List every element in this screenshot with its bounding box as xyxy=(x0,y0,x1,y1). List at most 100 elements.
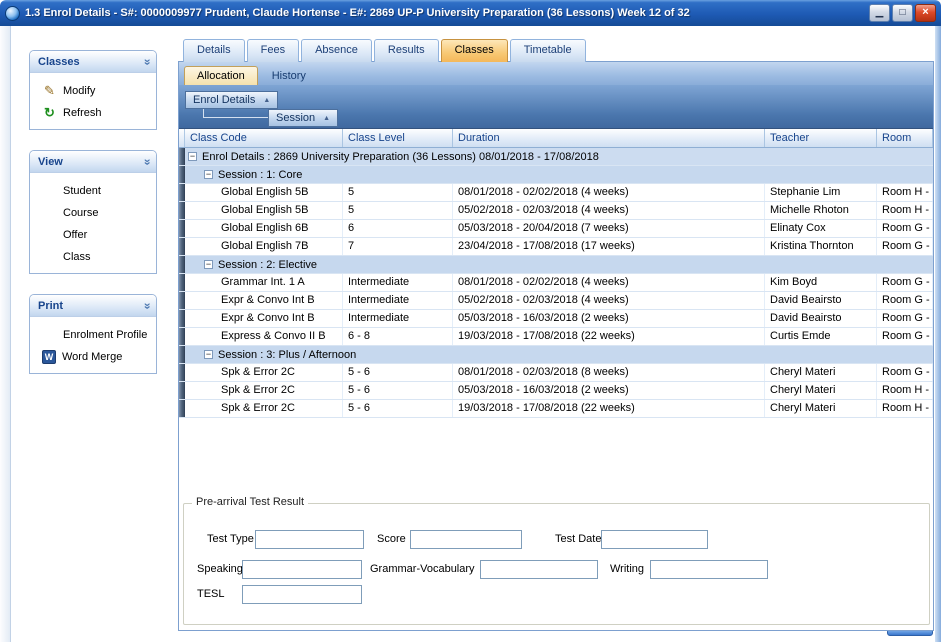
tesl-input[interactable] xyxy=(242,585,362,604)
sort-asc-icon: ▲ xyxy=(263,97,270,104)
cell-class-level: Intermediate xyxy=(343,292,453,309)
sidebar-item-student[interactable]: Student xyxy=(30,180,156,202)
table-row[interactable]: Grammar Int. 1 A Intermediate 08/01/2018… xyxy=(179,274,933,292)
column-header-duration[interactable]: Duration xyxy=(453,129,765,147)
group-field-enrol-details[interactable]: Enrol Details ▲ xyxy=(185,91,278,109)
cell-duration: 08/01/2018 - 02/03/2018 (8 weeks) xyxy=(453,364,765,381)
collapse-chevron-icon[interactable]: « xyxy=(140,158,154,165)
table-row[interactable]: Expr & Convo Int B Intermediate 05/03/20… xyxy=(179,310,933,328)
sidebar-item-course[interactable]: Course xyxy=(30,202,156,224)
group-field-label: Enrol Details xyxy=(193,94,255,106)
title-bar[interactable]: 1.3 Enrol Details - S#: 0000009977 Prude… xyxy=(0,0,941,26)
collapse-box-icon[interactable]: − xyxy=(204,170,213,179)
sidebar-panel-print: Print « Enrolment Profile W Word Merge xyxy=(29,294,157,374)
tab-timetable[interactable]: Timetable xyxy=(510,39,586,62)
pre-arrival-test-result-group: Pre-arrival Test Result Test Type Score … xyxy=(183,503,930,625)
score-input[interactable] xyxy=(410,530,522,549)
sidebar-item-refresh[interactable]: ↻ Refresh xyxy=(30,102,156,124)
table-row[interactable]: Global English 5B 5 05/02/2018 - 02/03/2… xyxy=(179,202,933,220)
writing-input[interactable] xyxy=(650,560,768,579)
cell-room: Room G - xyxy=(877,292,933,309)
test-date-label: Test Date xyxy=(555,530,601,549)
cell-room: Room G - xyxy=(877,274,933,291)
cell-teacher: Cheryl Materi xyxy=(765,400,877,417)
sidebar-item-modify[interactable]: ✎ Modify xyxy=(30,80,156,102)
cell-teacher: Stephanie Lim xyxy=(765,184,877,201)
tesl-label: TESL xyxy=(197,585,225,604)
cell-class-code: Global English 6B xyxy=(185,220,343,237)
cell-class-code: Spk & Error 2C xyxy=(185,382,343,399)
table-row[interactable]: Spk & Error 2C 5 - 6 19/03/2018 - 17/08/… xyxy=(179,400,933,418)
column-header-class-level[interactable]: Class Level xyxy=(343,129,453,147)
cell-class-code: Global English 5B xyxy=(185,184,343,201)
collapse-box-icon[interactable]: − xyxy=(204,260,213,269)
table-row[interactable]: Global English 7B 7 23/04/2018 - 17/08/2… xyxy=(179,238,933,256)
tab-results[interactable]: Results xyxy=(374,39,439,62)
refresh-icon: ↻ xyxy=(42,106,57,121)
sidebar-item-label: Offer xyxy=(63,229,87,241)
column-header-class-code[interactable]: Class Code xyxy=(185,129,343,147)
collapse-chevron-icon[interactable]: « xyxy=(140,302,154,309)
collapse-box-icon[interactable]: − xyxy=(204,350,213,359)
sidebar-item-label: Class xyxy=(63,251,91,263)
cell-room: Room G - xyxy=(877,328,933,345)
speaking-input[interactable] xyxy=(242,560,362,579)
session-group-row[interactable]: − Session : 3: Plus / Afternoon xyxy=(179,346,933,364)
table-row[interactable]: Spk & Error 2C 5 - 6 08/01/2018 - 02/03/… xyxy=(179,364,933,382)
table-row[interactable]: Express & Convo II B 6 - 8 19/03/2018 - … xyxy=(179,328,933,346)
sidebar-item-offer[interactable]: Offer xyxy=(30,224,156,246)
score-label: Score xyxy=(377,530,406,549)
table-row[interactable]: Global English 5B 5 08/01/2018 - 02/02/2… xyxy=(179,184,933,202)
group-field-session[interactable]: Session ▲ xyxy=(268,109,338,127)
panel-header-view[interactable]: View « xyxy=(30,151,156,173)
tab-details[interactable]: Details xyxy=(183,39,245,62)
sidebar-item-word-merge[interactable]: W Word Merge xyxy=(30,346,156,368)
table-row[interactable]: Expr & Convo Int B Intermediate 05/02/20… xyxy=(179,292,933,310)
minimize-button[interactable]: ▁ xyxy=(869,4,890,22)
table-row[interactable]: Spk & Error 2C 5 - 6 05/03/2018 - 16/03/… xyxy=(179,382,933,400)
cell-class-level: 5 - 6 xyxy=(343,400,453,417)
test-date-input[interactable] xyxy=(601,530,708,549)
panel-header-classes[interactable]: Classes « xyxy=(30,51,156,73)
tab-classes[interactable]: Classes xyxy=(441,39,508,62)
subtab-allocation[interactable]: Allocation xyxy=(184,66,258,85)
cell-class-code: Spk & Error 2C xyxy=(185,364,343,381)
close-button[interactable]: × xyxy=(915,4,936,22)
cell-room: Room G - xyxy=(877,220,933,237)
group-row-enrol-details[interactable]: − Enrol Details : 2869 University Prepar… xyxy=(179,148,933,166)
cell-duration: 05/02/2018 - 02/03/2018 (4 weeks) xyxy=(453,202,765,219)
grammar-vocabulary-input[interactable] xyxy=(480,560,598,579)
sidebar-item-label: Word Merge xyxy=(62,351,122,363)
cell-class-level: 5 xyxy=(343,184,453,201)
collapse-chevron-icon[interactable]: « xyxy=(140,58,154,65)
cell-room: Room H - xyxy=(877,400,933,417)
cell-duration: 19/03/2018 - 17/08/2018 (22 weeks) xyxy=(453,400,765,417)
tab-absence[interactable]: Absence xyxy=(301,39,372,62)
panel-header-print[interactable]: Print « xyxy=(30,295,156,317)
sidebar-item-class[interactable]: Class xyxy=(30,246,156,268)
table-row[interactable]: Global English 6B 6 05/03/2018 - 20/04/2… xyxy=(179,220,933,238)
cell-teacher: Kim Boyd xyxy=(765,274,877,291)
application-window: 1.3 Enrol Details - S#: 0000009977 Prude… xyxy=(0,0,941,642)
column-header-teacher[interactable]: Teacher xyxy=(765,129,877,147)
grammar-vocabulary-label: Grammar-Vocabulary xyxy=(370,560,475,579)
cell-class-code: Global English 7B xyxy=(185,238,343,255)
column-header-room[interactable]: Room xyxy=(877,129,933,147)
maximize-button[interactable]: □ xyxy=(892,4,913,22)
speaking-label: Speaking xyxy=(197,560,243,579)
group-row-label: Session : 2: Elective xyxy=(218,259,317,271)
group-by-panel: Enrol Details ▲ Session ▲ xyxy=(179,85,933,129)
group-box-title: Pre-arrival Test Result xyxy=(192,496,308,508)
grid-header-row: Class Code Class Level Duration Teacher … xyxy=(179,129,933,148)
cell-class-level: 5 xyxy=(343,202,453,219)
subtab-history[interactable]: History xyxy=(260,67,318,85)
cell-class-level: Intermediate xyxy=(343,310,453,327)
tab-fees[interactable]: Fees xyxy=(247,39,299,62)
test-type-input[interactable] xyxy=(255,530,364,549)
cell-duration: 05/02/2018 - 02/03/2018 (4 weeks) xyxy=(453,292,765,309)
session-group-row[interactable]: − Session : 2: Elective xyxy=(179,256,933,274)
collapse-box-icon[interactable]: − xyxy=(188,152,197,161)
sidebar-item-enrolment-profile[interactable]: Enrolment Profile xyxy=(30,324,156,346)
session-group-row[interactable]: − Session : 1: Core xyxy=(179,166,933,184)
left-scrollbar-strip[interactable] xyxy=(0,26,11,642)
